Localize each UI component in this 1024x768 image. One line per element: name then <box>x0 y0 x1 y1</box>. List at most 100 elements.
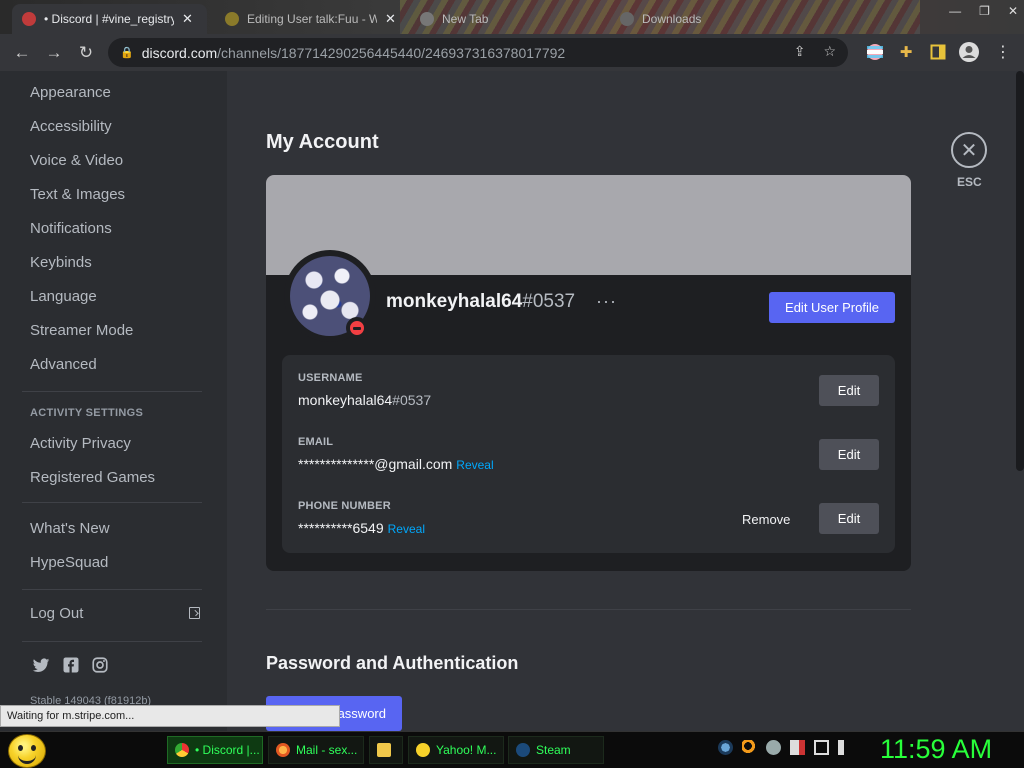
browser-status-bar: Waiting for m.stripe.com... <box>0 705 340 727</box>
sidebar-divider <box>22 589 202 590</box>
share-icon[interactable]: ⇪ <box>794 43 806 60</box>
account-profile-card: monkeyhalal64#0537 ··· Edit User Profile… <box>266 175 911 571</box>
tab-new-tab[interactable]: New Tab <box>410 4 600 34</box>
close-icon: ✕ <box>960 139 978 162</box>
taskbar-item-mail[interactable]: Mail - sex... <box>268 736 364 764</box>
steam-tray-icon[interactable] <box>718 740 733 755</box>
tab-discord[interactable]: • Discord | #vine_registry ✕ <box>12 4 207 34</box>
username-value: monkeyhalal64#0537 <box>298 392 432 408</box>
folder-icon <box>377 743 391 757</box>
downloads-favicon <box>620 12 634 26</box>
bookmark-star-icon[interactable]: ☆ <box>823 43 836 60</box>
firefox-icon <box>276 743 290 757</box>
sidebar-item-accessibility[interactable]: Accessibility <box>30 118 112 135</box>
section-divider <box>266 609 911 610</box>
profile-banner <box>266 175 911 275</box>
display-tray-icon[interactable] <box>814 740 829 755</box>
profile-username: monkeyhalal64#0537 <box>386 291 576 312</box>
sidebar-item-appearance[interactable]: Appearance <box>30 84 111 101</box>
tab-label: • Discord | #vine_registry <box>44 12 174 26</box>
sidebar-item-language[interactable]: Language <box>30 288 97 305</box>
phone-label: PHONE NUMBER <box>298 500 391 512</box>
instagram-icon[interactable] <box>91 656 109 674</box>
browser-toolbar: ← → ↻ 🔒 discord.com/channels/18771429025… <box>0 34 1024 71</box>
taskbar-item-yahoo[interactable]: Yahoo! M... <box>408 736 504 764</box>
tab-wiki[interactable]: Editing User talk:Fuu - Wiki ✕ <box>215 4 410 34</box>
side-panel-icon[interactable] <box>927 41 949 63</box>
flag-extension-icon[interactable] <box>864 41 886 63</box>
sidebar-item-advanced[interactable]: Advanced <box>30 356 97 373</box>
tab-label: New Tab <box>442 12 489 26</box>
url-text: discord.com/channels/187714290256445440/… <box>141 44 566 61</box>
tab-downloads[interactable]: Downloads <box>610 4 800 34</box>
twitter-icon[interactable] <box>32 656 50 674</box>
taskbar-clock: 11:59 AM <box>880 734 993 764</box>
logout-icon <box>189 607 200 619</box>
password-auth-heading: Password and Authentication <box>266 653 519 673</box>
forward-icon[interactable]: → <box>38 38 70 68</box>
username-label: USERNAME <box>298 372 363 384</box>
tab-label: Downloads <box>642 12 702 26</box>
taskbar-item-folder[interactable] <box>369 736 403 764</box>
system-tray <box>718 740 853 755</box>
sidebar-item-whats-new[interactable]: What's New <box>30 520 110 537</box>
reveal-email-link[interactable]: Reveal <box>456 458 493 472</box>
chrome-favicon <box>420 12 434 26</box>
wiki-favicon <box>225 12 239 26</box>
facebook-icon[interactable] <box>62 656 80 674</box>
sidebar-item-text-images[interactable]: Text & Images <box>30 186 125 203</box>
extensions-puzzle-icon[interactable]: ✚ <box>895 41 917 63</box>
network-blocked-icon[interactable] <box>790 740 805 755</box>
taskbar-item-discord[interactable]: • Discord |... <box>167 736 263 764</box>
close-settings-button[interactable]: ✕ <box>951 132 987 168</box>
edit-username-button[interactable]: Edit <box>819 375 879 406</box>
content-scrollbar[interactable] <box>1016 71 1024 471</box>
close-tab-icon[interactable]: ✕ <box>182 11 193 27</box>
back-icon[interactable]: ← <box>6 38 38 68</box>
close-tab-icon[interactable]: ✕ <box>385 11 396 27</box>
search-tray-icon[interactable] <box>742 740 757 755</box>
maximize-icon[interactable]: ❐ <box>979 4 990 18</box>
sidebar-item-registered-games[interactable]: Registered Games <box>30 469 155 486</box>
dnd-status-icon <box>346 317 368 339</box>
window-controls: — ❐ ✕ <box>949 0 1018 22</box>
sidebar-divider <box>22 502 202 503</box>
edit-email-button[interactable]: Edit <box>819 439 879 470</box>
sidebar-item-activity-privacy[interactable]: Activity Privacy <box>30 435 131 452</box>
taskbar: • Discord |... Mail - sex... Yahoo! M...… <box>0 731 1024 768</box>
sidebar-divider <box>22 391 202 392</box>
remove-phone-button[interactable]: Remove <box>742 512 790 527</box>
sidebar-item-hypesquad[interactable]: HypeSquad <box>30 554 108 571</box>
start-smiley-icon[interactable] <box>8 734 46 768</box>
edit-user-profile-button[interactable]: Edit User Profile <box>769 292 895 323</box>
browser-tab-strip: • Discord | #vine_registry ✕ Editing Use… <box>0 0 1024 34</box>
page-title: My Account <box>266 131 379 153</box>
address-bar[interactable]: 🔒 discord.com/channels/18771429025644544… <box>108 38 848 67</box>
sidebar-item-voice-video[interactable]: Voice & Video <box>30 152 123 169</box>
lock-icon: 🔒 <box>120 47 134 59</box>
menu-kebab-icon[interactable]: ⋮ <box>992 41 1014 63</box>
email-label: EMAIL <box>298 436 334 448</box>
steam-icon <box>516 743 530 757</box>
sidebar-item-notifications[interactable]: Notifications <box>30 220 112 237</box>
reload-icon[interactable]: ↻ <box>70 38 102 68</box>
more-options-icon[interactable]: ··· <box>596 291 617 312</box>
minimize-icon[interactable]: — <box>949 4 961 18</box>
phone-value: **********6549 Reveal <box>298 520 425 536</box>
taskbar-item-steam[interactable]: Steam <box>508 736 604 764</box>
edit-phone-button[interactable]: Edit <box>819 503 879 534</box>
discord-tray-icon[interactable] <box>766 740 781 755</box>
activity-settings-heading: ACTIVITY SETTINGS <box>30 407 144 419</box>
window-close-icon[interactable]: ✕ <box>1008 4 1018 18</box>
esc-label: ESC <box>957 175 982 189</box>
sidebar-item-log-out[interactable]: Log Out <box>30 605 83 622</box>
sidebar-item-keybinds[interactable]: Keybinds <box>30 254 92 271</box>
email-value: **************@gmail.com Reveal <box>298 456 494 472</box>
profile-avatar-icon[interactable] <box>958 41 980 63</box>
tab-label: Editing User talk:Fuu - Wiki <box>247 12 377 26</box>
account-fields-panel: USERNAME monkeyhalal64#0537 Edit EMAIL *… <box>282 355 895 553</box>
sidebar-divider <box>22 641 202 642</box>
reveal-phone-link[interactable]: Reveal <box>388 522 425 536</box>
sidebar-item-streamer-mode[interactable]: Streamer Mode <box>30 322 133 339</box>
volume-icon[interactable] <box>838 740 853 755</box>
